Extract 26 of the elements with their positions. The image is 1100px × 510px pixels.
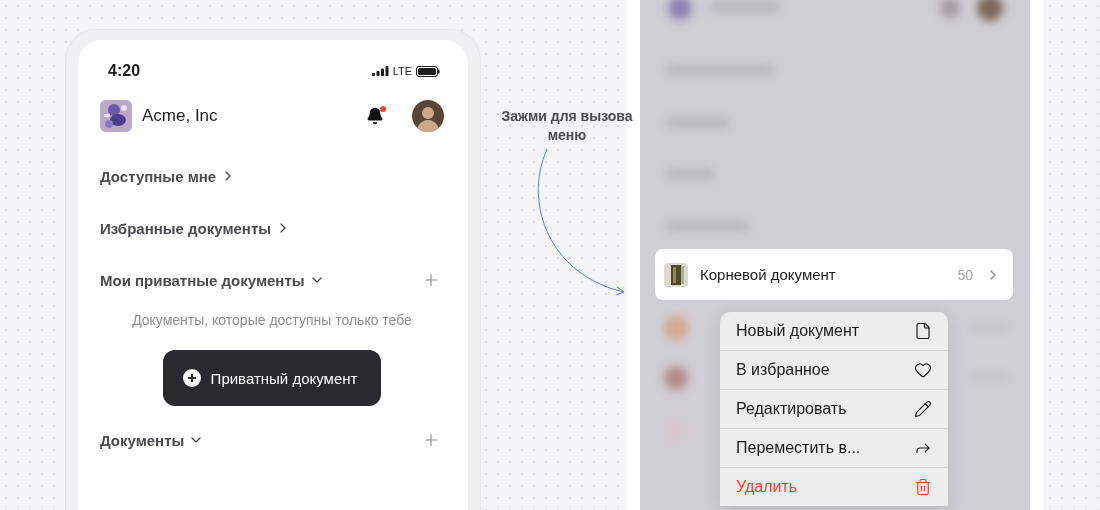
root-document-card[interactable]: Корневой документ 50 (655, 249, 1013, 300)
section-title[interactable]: Мои приватные документы (100, 271, 305, 289)
workspace-name[interactable]: Acme, Inc (142, 106, 356, 126)
trash-icon (914, 478, 932, 496)
section-title[interactable]: Документы (100, 431, 185, 449)
plus-circle-icon (182, 369, 201, 387)
menu-item[interactable]: Новый документ (720, 312, 948, 350)
avatar-icon[interactable] (412, 100, 444, 132)
document-count: 50 (957, 266, 973, 283)
menu-item[interactable]: В избранное (720, 350, 948, 389)
heart-icon (914, 361, 932, 379)
menu-item[interactable]: Переместить в... (720, 428, 948, 467)
battery-icon (416, 65, 440, 77)
document-title: Корневой документ (700, 266, 837, 283)
section-title[interactable]: Избранные документы (100, 219, 272, 237)
section-title[interactable]: Доступные мне (100, 167, 217, 185)
annotation-text: Зажми для вызова меню (500, 107, 634, 145)
signal-icon (371, 66, 389, 76)
empty-state-text: Документы, которые доступны только тебе (131, 312, 413, 328)
private-document-button[interactable]: Приватный документ (162, 350, 382, 406)
status-time: 4:20 (108, 62, 141, 80)
network-label: LTE (392, 65, 412, 77)
menu-item[interactable]: Редактировать (720, 389, 948, 428)
file-icon (914, 322, 932, 340)
notification-button[interactable] (366, 107, 384, 125)
pencil-icon (914, 400, 932, 418)
